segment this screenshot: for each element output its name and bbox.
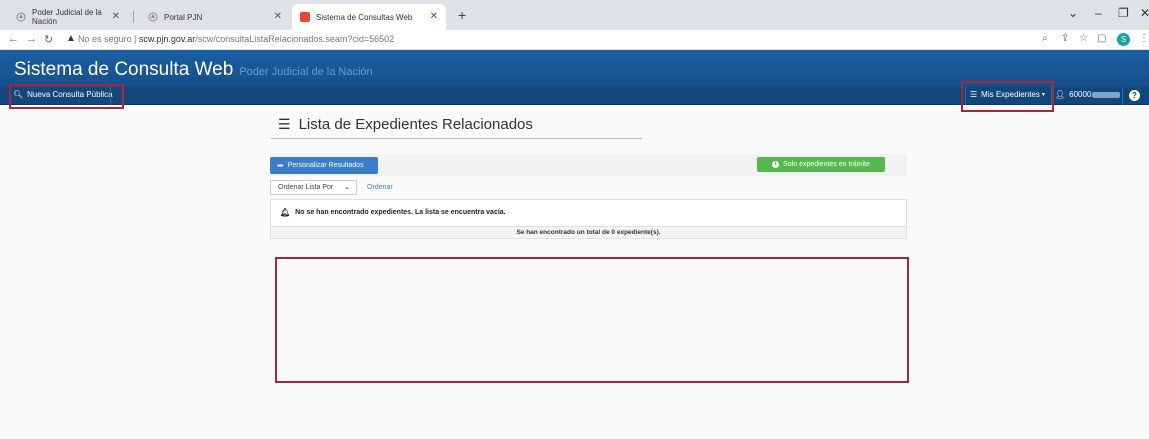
close-tab-icon[interactable]: ✕ [430,11,438,22]
close-tab-icon[interactable]: ✕ [112,11,120,22]
side-panel-icon[interactable]: ▢ [1097,33,1106,44]
empty-message: 🔔︎ No se han encontrado expedientes. La … [280,208,506,217]
tab-separator [133,11,134,23]
personalizar-resultados-button[interactable]: ➦ Personalizar Resultados [270,157,378,174]
close-tab-icon[interactable]: ✕ [274,11,282,22]
tab-label: Sistema de Consultas Web [316,12,413,22]
annotation-box-mis-expedientes [961,81,1054,112]
annotation-box-empty-area [275,257,909,383]
app-subtitle: Poder Judicial de la Nación [239,66,373,78]
redacted-user-id [1092,91,1121,98]
page-title-text: Lista de Expedientes Relacionados [298,116,533,133]
close-window-icon[interactable]: ✕ [1140,6,1149,20]
not-secure-label: No es seguro [78,34,132,44]
minimize-icon[interactable]: – [1095,6,1102,20]
zoom-icon[interactable]: ⌕ [1042,33,1048,44]
new-tab-icon[interactable]: + [458,7,466,23]
solo-en-tramite-button[interactable]: i Solo expedientes en trámite [757,157,885,172]
share-arrow-icon: ➦ [277,161,284,170]
url-host: scw.pjn.gov.ar [138,34,196,44]
forward-icon[interactable]: → [26,33,37,45]
tramite-label: Solo expedientes en trámite [783,161,870,168]
user-id: 60000 [1069,90,1092,99]
personalizar-label: Personalizar Resultados [287,162,364,169]
app-title-text: Sistema de Consulta Web [14,59,234,80]
user-icon: 👤︎ [1055,90,1066,99]
order-select[interactable]: Ordenar Lista Por ⌄ [270,180,357,195]
browser-tab-bar: Poder Judicial de la Nación ✕ Portal PJN… [0,0,1149,30]
pjn-favicon-icon [16,12,26,22]
help-icon[interactable]: ? [1129,90,1140,101]
user-menu[interactable]: 👤︎ 60000 [1055,90,1121,99]
pjn-favicon-icon [148,12,158,22]
url-path: /scw/consultaListaRelacionados.seam?cid=… [195,34,395,44]
profile-avatar[interactable]: S [1117,33,1130,46]
app-title: Sistema de Consulta Web Poder Judicial de… [14,59,373,81]
browser-tab-pjn[interactable]: Poder Judicial de la Nación ✕ [8,4,128,30]
tab-search-icon[interactable]: ⌄ [1068,6,1078,20]
bell-icon: 🔔︎ [280,208,291,217]
total-message: Se han encontrado un total de 0 expedien… [516,229,661,236]
address-bar: ← → ↻ ▲ No es seguro | scw.pjn.gov.ar/sc… [0,30,1149,50]
empty-message-text: No se han encontrado expedientes. La lis… [295,209,506,216]
browser-tab-scw[interactable]: Sistema de Consultas Web ✕ [292,4,446,30]
order-select-value: Ordenar Lista Por [278,184,334,191]
browser-tab-portal[interactable]: Portal PJN ✕ [140,4,290,30]
ordenar-link[interactable]: Ordenar [367,184,393,191]
warning-icon[interactable]: ▲ [66,33,76,44]
reload-icon[interactable]: ↻ [44,33,53,46]
kebab-menu-icon[interactable]: ⋮ [1139,33,1149,44]
scw-favicon-icon [300,12,310,22]
bookmark-star-icon[interactable]: ☆ [1079,33,1088,44]
share-icon[interactable]: ⇪ [1061,33,1069,44]
url-field[interactable]: No es seguro | scw.pjn.gov.ar/scw/consul… [78,34,394,44]
nav-divider [1122,87,1123,105]
title-underline [271,138,642,139]
chevron-down-icon: ⌄ [344,184,350,191]
maximize-icon[interactable]: ❐ [1118,6,1129,20]
back-icon[interactable]: ← [8,33,19,45]
list-icon: ☰ [278,116,291,132]
tab-label: Portal PJN [164,12,203,22]
info-icon: i [772,161,780,168]
annotation-box-nueva-consulta [9,84,124,109]
page-title: ☰ Lista de Expedientes Relacionados [278,116,533,133]
